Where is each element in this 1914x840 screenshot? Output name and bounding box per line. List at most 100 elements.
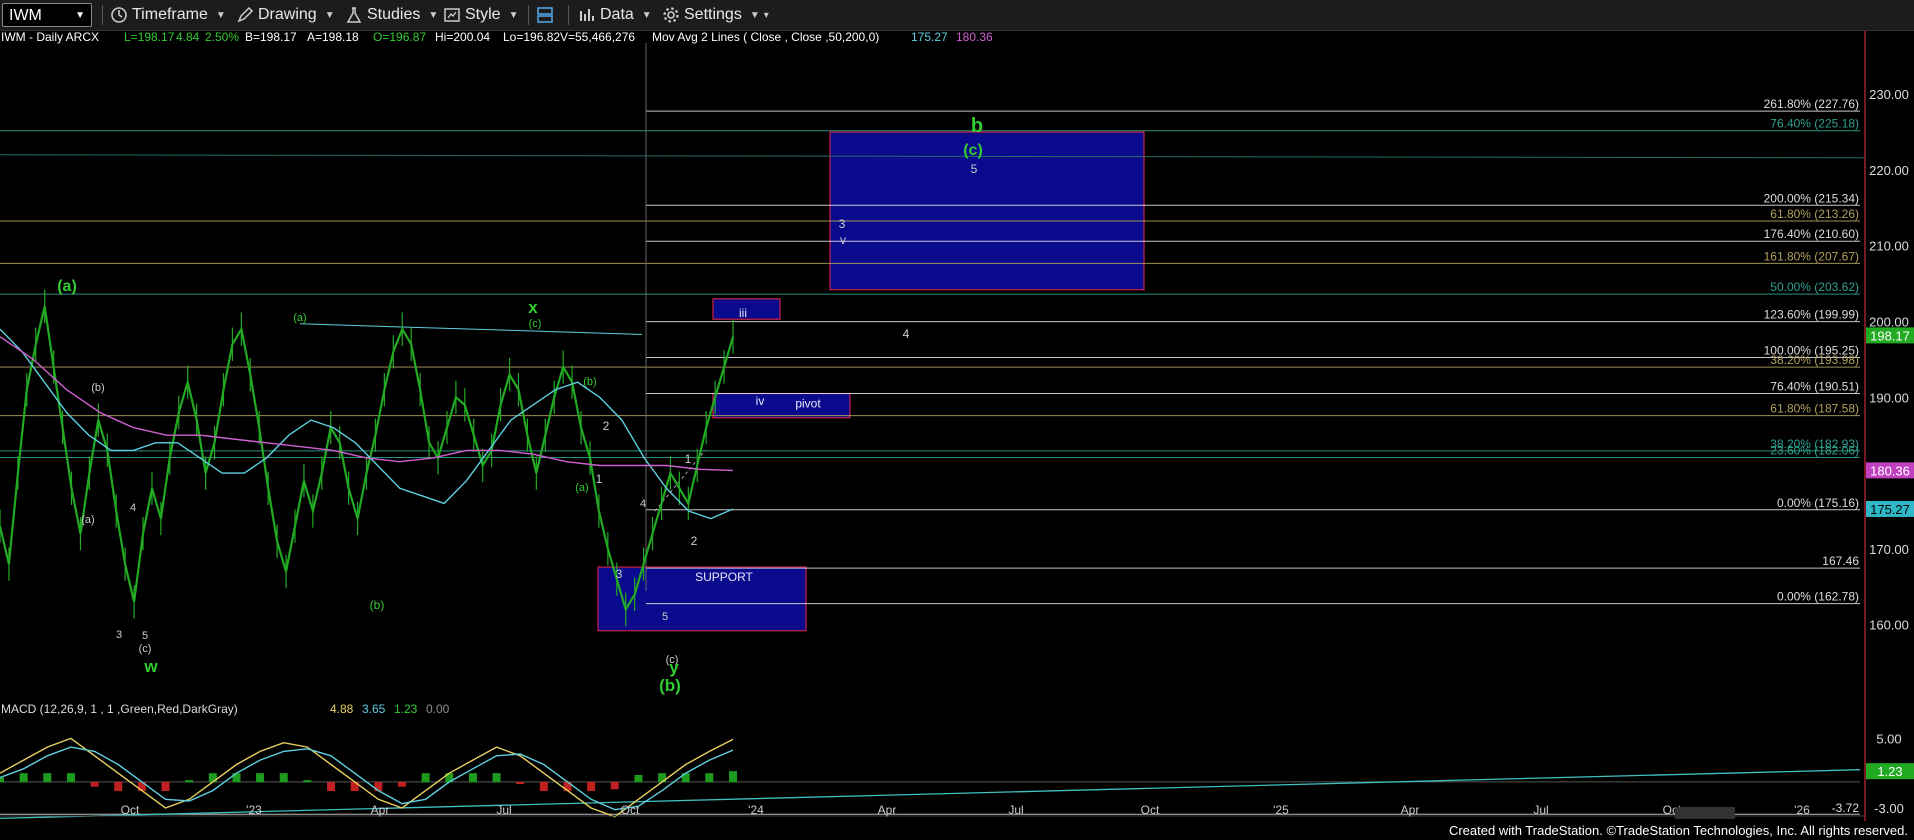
wave-label: (b) xyxy=(370,598,385,612)
macd-histogram-bar xyxy=(397,781,406,787)
fib-level-label: 61.80% (213.26) xyxy=(1770,207,1859,221)
settings-menu[interactable]: Settings ▼ ▾ xyxy=(662,4,769,26)
symbol-value: IWM xyxy=(9,7,42,24)
macd-histogram-bar xyxy=(185,780,194,783)
fib-level-label: 167.46 xyxy=(1822,554,1859,568)
time-axis-tick-label: '23 xyxy=(246,803,262,817)
wave-label: x xyxy=(528,298,538,317)
macd-histogram-bar xyxy=(19,773,28,783)
quote-field: 175.27 xyxy=(911,31,948,44)
macd-histogram-bar xyxy=(66,773,75,783)
style-menu[interactable]: Style ▼ xyxy=(443,4,518,26)
moving-average-line xyxy=(0,328,734,520)
fib-level-label: 261.80% (227.76) xyxy=(1764,97,1859,111)
wave-label: v xyxy=(840,233,846,247)
wave-label: (c) xyxy=(529,318,542,330)
gear-icon xyxy=(663,7,679,23)
wave-label: 3 xyxy=(616,567,623,581)
time-scrollbar-thumb xyxy=(1675,807,1735,819)
studies-menu[interactable]: Studies ▼ xyxy=(345,4,438,26)
symbol-selector[interactable]: IWM ▼ xyxy=(2,3,92,27)
quote-field: Mov Avg 2 Lines ( Close , Close ,50,200,… xyxy=(652,31,879,44)
timeframe-menu[interactable]: Timeframe ▼ xyxy=(110,4,226,26)
target-zones: iii iv pivot SUPPORT xyxy=(597,131,1145,632)
macd-histogram-bar xyxy=(90,781,99,787)
quote-field: 4.84 xyxy=(176,31,200,44)
wave-label: 5 xyxy=(142,630,148,642)
macd-histogram-bar xyxy=(729,771,737,783)
time-axis-tick-label: Jul xyxy=(1533,803,1548,817)
quote-field: A=198.18 xyxy=(307,31,359,44)
macd-level-label: -3.72 xyxy=(1832,801,1860,815)
wave-label: (b) xyxy=(659,676,681,695)
time-axis-tick-label: '25 xyxy=(1273,803,1289,817)
macd-histogram-bar xyxy=(421,773,430,783)
moving-averages xyxy=(0,328,734,520)
macd-value-label: 1.23 xyxy=(1877,764,1902,779)
fib-levels: 261.80% (227.76) 76.40% (225.18) 200.00% (… xyxy=(0,43,1860,605)
price-chart[interactable]: iii iv pivot SUPPORT 261.80% (227.76) 76.40%… xyxy=(0,31,1914,837)
price-axis: 160.00170.00180.00190.00200.00210.00220.… xyxy=(1864,31,1914,821)
macd-histogram-bar xyxy=(516,781,525,785)
price-axis-tick-label: 160.00 xyxy=(1869,618,1909,633)
wave-label: 1 xyxy=(596,472,603,486)
last-value-label: 198.17 xyxy=(1870,328,1910,343)
drawing-menu[interactable]: Drawing ▼ xyxy=(236,4,335,26)
wave-label: (b) xyxy=(91,382,104,394)
macd-histogram-bar xyxy=(468,773,477,783)
wave-label: y xyxy=(669,658,679,677)
fib-level-label: 76.40% (190.51) xyxy=(1770,379,1859,393)
wave-label: b xyxy=(971,115,983,137)
wave-label: 5 xyxy=(971,162,978,176)
wave-label: 1 xyxy=(685,452,692,466)
time-axis-tick-label: Apr xyxy=(371,803,390,817)
studies-label: Studies xyxy=(367,6,421,23)
macd-histogram-bar xyxy=(303,780,312,783)
quote-field: O=196.87 xyxy=(373,31,426,44)
time-axis-tick-label: Apr xyxy=(878,803,897,817)
macd-histogram-bar xyxy=(279,773,288,783)
target-zone-box xyxy=(829,131,1145,291)
last-value-label: 180.36 xyxy=(1870,463,1910,478)
chevron-down-icon: ▼ xyxy=(641,9,652,21)
fib-level-label: 0.00% (175.16) xyxy=(1777,496,1859,510)
chevron-down-icon: ▼ xyxy=(749,9,760,21)
fib-level-label: 23.60% (182.06) xyxy=(1770,443,1859,457)
macd-axis-tick-label: -3.00 xyxy=(1874,801,1904,816)
layout-button[interactable] xyxy=(536,4,558,26)
style-label: Style xyxy=(465,6,501,23)
macd-histogram-bar xyxy=(0,777,4,783)
chevron-down-icon: ▼ xyxy=(428,9,439,21)
chart-header: IWM - Daily ARCX L=198.17 4.84 2.50% B=198.1… xyxy=(1,31,993,44)
wave-label: 4 xyxy=(640,498,646,510)
macd-histogram-bar xyxy=(43,773,52,783)
macd-value: 3.65 xyxy=(362,702,386,716)
macd-axis-tick-label: 5.00 xyxy=(1876,731,1901,746)
symbol-header: IWM - Daily ARCX xyxy=(1,31,99,44)
data-menu[interactable]: Data ▼ xyxy=(578,4,652,26)
fib-level-label: 50.00% (203.62) xyxy=(1770,280,1859,294)
quote-field: L=198.17 xyxy=(124,31,175,44)
fib-level-label: 0.00% (162.78) xyxy=(1777,590,1859,604)
wave-label: (c) xyxy=(139,643,152,655)
fib-level-label: 76.40% (225.18) xyxy=(1770,117,1859,131)
time-axis-tick-label: Oct xyxy=(121,803,140,817)
macd-histogram-bar xyxy=(610,781,619,790)
wave-label: (a) xyxy=(575,482,588,494)
wave-label: 2 xyxy=(691,534,698,548)
overflow-icon: ▾ xyxy=(763,9,769,21)
macd-histogram-bar xyxy=(634,774,643,783)
quote-field: Lo=196.82 xyxy=(503,31,560,44)
macd-histogram-bar xyxy=(539,781,548,792)
price-axis-tick-label: 170.00 xyxy=(1869,542,1909,557)
pencil-icon xyxy=(237,6,254,23)
macd-trendline xyxy=(0,769,1861,820)
macd-histogram-bar xyxy=(658,773,667,783)
drawing-label: Drawing xyxy=(258,6,317,23)
macd-histogram-bar xyxy=(374,781,383,792)
macd-histogram-bar xyxy=(161,781,170,792)
data-label: Data xyxy=(600,6,634,23)
wave-label: (a) xyxy=(57,278,77,295)
macd-value: 0.00 xyxy=(426,702,450,716)
price-axis-tick-label: 220.00 xyxy=(1869,163,1909,178)
